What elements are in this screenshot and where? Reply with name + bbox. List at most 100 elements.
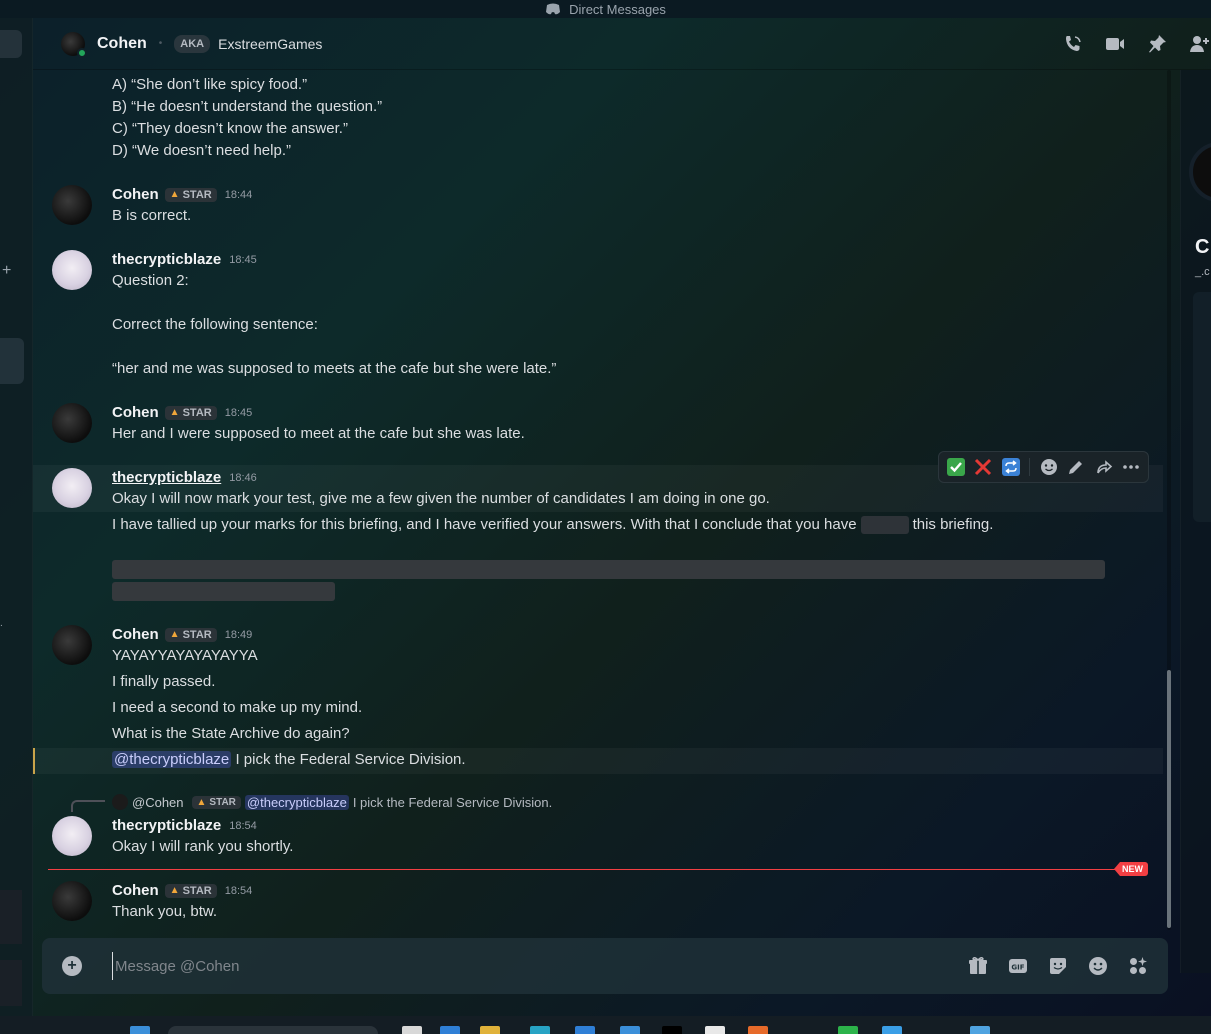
spoiler[interactable]	[112, 582, 335, 601]
discord-logo-icon	[545, 3, 561, 15]
message-author[interactable]: thecrypticblaze	[112, 469, 221, 486]
spoiler[interactable]	[860, 516, 909, 535]
message-author[interactable]: Cohen	[112, 186, 159, 203]
forward-icon[interactable]	[1093, 456, 1114, 478]
message-text: @thecrypticblaze I pick the Federal Serv…	[112, 751, 466, 768]
star-badge: ▲ STAR	[191, 795, 241, 809]
scrollbar-thumb[interactable]	[1167, 670, 1171, 928]
flame-icon: ▲	[169, 189, 180, 200]
apps-icon[interactable]	[1126, 954, 1150, 978]
message-author[interactable]: Cohen	[112, 882, 159, 899]
profile-avatar[interactable]	[1189, 142, 1211, 202]
taskbar-app-icon[interactable]	[705, 1026, 725, 1034]
avatar[interactable]	[52, 403, 92, 443]
taskbar-app-icon[interactable]	[530, 1026, 550, 1034]
repeat-reaction-icon[interactable]	[1000, 456, 1021, 478]
header-avatar[interactable]	[61, 31, 87, 58]
online-status-icon	[77, 47, 87, 58]
add-reaction-icon[interactable]	[1038, 456, 1059, 478]
taskbar-app-icon[interactable]	[480, 1026, 500, 1034]
video-icon[interactable]	[1103, 32, 1127, 56]
taskbar-app-icon[interactable]	[575, 1026, 595, 1034]
edit-icon[interactable]	[1066, 456, 1087, 478]
header-username[interactable]: Cohen	[97, 35, 147, 53]
message-composer: + GIF	[42, 938, 1168, 994]
avatar[interactable]	[52, 625, 92, 665]
message-header: thecrypticblaze 18:45	[112, 251, 257, 268]
user-profile-panel: C _.c	[1180, 70, 1211, 973]
message-text: I finally passed.	[112, 673, 216, 690]
gif-icon[interactable]: GIF	[1006, 954, 1030, 978]
sidebar-item[interactable]	[0, 338, 24, 384]
spoiler[interactable]	[112, 560, 1105, 579]
sidebar-item[interactable]	[0, 890, 22, 944]
taskbar-app-icon[interactable]	[440, 1026, 460, 1034]
pin-icon[interactable]	[1145, 32, 1169, 56]
sidebar-item[interactable]	[0, 960, 22, 1006]
new-messages-label: NEW	[1114, 862, 1148, 876]
message-timestamp: 18:46	[229, 471, 257, 484]
add-icon[interactable]: +	[2, 262, 11, 280]
message-line: C) “They doesn’t know the answer.”	[112, 120, 348, 137]
sticker-icon[interactable]	[1046, 954, 1070, 978]
message-actions-toolbar	[938, 451, 1149, 483]
message-text: I need a second to make up my mind.	[112, 699, 363, 716]
taskbar-app-icon[interactable]	[620, 1026, 640, 1034]
x-reaction-icon[interactable]	[972, 456, 993, 478]
sidebar-dot: .	[0, 618, 3, 629]
taskbar-app-icon[interactable]	[838, 1026, 858, 1034]
star-badge: ▲ STAR	[164, 627, 217, 642]
message-text: I have tallied up your marks for this br…	[112, 516, 994, 535]
window-title: Direct Messages	[569, 1, 666, 17]
message-author[interactable]: Cohen	[112, 626, 159, 643]
avatar[interactable]	[52, 185, 92, 225]
profile-card	[1193, 292, 1211, 522]
message-text: What is the State Archive do again?	[112, 725, 350, 742]
reply-preview[interactable]: @Cohen ▲ STAR @thecrypticblaze I pick the…	[112, 794, 552, 810]
user-mention[interactable]: @thecrypticblaze	[112, 751, 232, 768]
avatar[interactable]	[52, 881, 92, 921]
message-text: B is correct.	[112, 207, 192, 224]
header-actions	[1061, 32, 1211, 56]
message-input[interactable]	[112, 952, 932, 980]
message-timestamp: 18:49	[224, 628, 253, 641]
message-list[interactable]: A) “She don’t like spicy food.” B) “He d…	[33, 70, 1171, 930]
taskbar-app-icon[interactable]	[748, 1026, 768, 1034]
gift-icon[interactable]	[966, 954, 990, 978]
sidebar-item[interactable]	[0, 30, 22, 58]
more-icon[interactable]	[1121, 456, 1142, 478]
phone-icon[interactable]	[1061, 32, 1085, 56]
message-header: Cohen ▲ STAR 18:44	[112, 186, 252, 203]
taskbar-app-icon[interactable]	[882, 1026, 902, 1034]
reply-connector	[71, 800, 105, 812]
avatar[interactable]	[52, 816, 92, 856]
check-reaction-icon[interactable]	[945, 456, 966, 478]
avatar[interactable]	[52, 250, 92, 290]
message-author[interactable]: thecrypticblaze	[112, 817, 221, 834]
message-author[interactable]: Cohen	[112, 404, 159, 421]
message-author[interactable]: thecrypticblaze	[112, 251, 221, 268]
flame-icon: ▲	[169, 885, 180, 896]
svg-text:GIF: GIF	[1011, 964, 1024, 972]
taskbar-search[interactable]	[168, 1026, 378, 1034]
new-messages-divider: NEW	[48, 862, 1148, 876]
flame-icon: ▲	[169, 407, 180, 418]
user-mention[interactable]: @thecrypticblaze	[244, 794, 349, 810]
message-text: “her and me was supposed to meets at the…	[112, 360, 557, 377]
add-friend-icon[interactable]	[1187, 32, 1211, 56]
emoji-icon[interactable]	[1086, 954, 1110, 978]
aka-badge: AKA	[174, 34, 211, 53]
reply-author[interactable]: @Cohen	[132, 795, 184, 810]
chat-scrollbar[interactable]	[1165, 70, 1173, 930]
toolbar-divider	[1029, 458, 1031, 476]
attach-plus-icon[interactable]: +	[62, 956, 82, 976]
taskbar-app-icon[interactable]	[662, 1026, 682, 1034]
avatar[interactable]	[52, 468, 92, 508]
taskbar-app-icon[interactable]	[970, 1026, 990, 1034]
taskbar-app-icon[interactable]	[402, 1026, 422, 1034]
start-icon[interactable]	[130, 1026, 150, 1034]
flame-icon: ▲	[169, 629, 180, 640]
message-line: B) “He doesn’t understand the question.”	[112, 98, 383, 115]
composer-actions: GIF	[966, 954, 1150, 978]
message-header: Cohen ▲ STAR 18:54	[112, 882, 252, 899]
